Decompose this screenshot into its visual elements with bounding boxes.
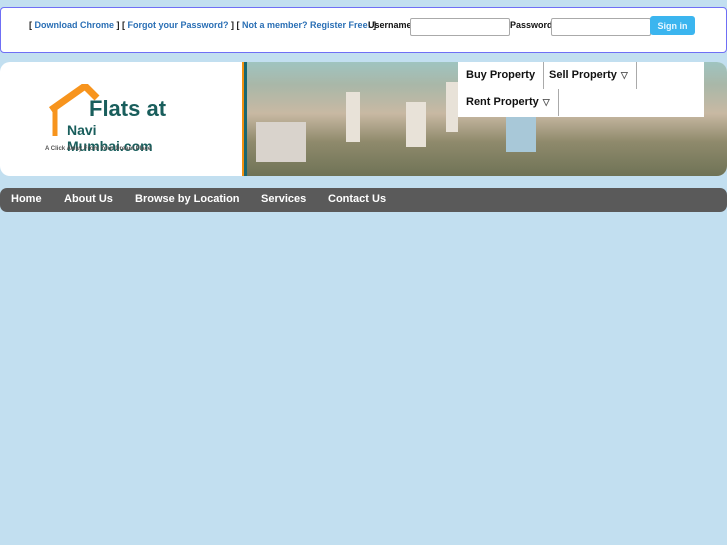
menu-buy-property[interactable]: Buy Property xyxy=(458,62,545,89)
login-bar: [ Download Chrome ] [ Forgot your Passwo… xyxy=(0,7,727,53)
nav-home[interactable]: Home xyxy=(11,188,42,211)
nav-about-us[interactable]: About Us xyxy=(64,188,113,211)
menu-rent-property[interactable]: Rent Property ▽ xyxy=(458,89,559,116)
logo-line1: Flats at xyxy=(89,96,167,121)
logo-tagline: A Click Away From Your Dream Place xyxy=(45,146,152,152)
download-chrome-link[interactable]: Download Chrome xyxy=(35,20,115,30)
chevron-down-icon: ▽ xyxy=(620,70,628,80)
menu-sell-property[interactable]: Sell Property ▽ xyxy=(541,62,637,89)
forgot-password-link[interactable]: Forgot your Password? xyxy=(128,20,229,30)
chevron-down-icon: ▽ xyxy=(542,97,550,107)
nav-contact-us[interactable]: Contact Us xyxy=(328,188,386,211)
top-links: [ Download Chrome ] [ Forgot your Passwo… xyxy=(29,20,377,30)
register-link[interactable]: Not a member? Register Free! xyxy=(242,20,371,30)
nav-browse-by-location[interactable]: Browse by Location xyxy=(135,188,240,211)
header-banner: Flats at Navi Mumbai.com A Click Away Fr… xyxy=(0,62,727,176)
rent-property-label: Rent Property xyxy=(466,96,539,108)
sign-in-button[interactable]: Sign in xyxy=(650,16,695,35)
password-label: Password xyxy=(510,20,553,30)
site-logo[interactable]: Flats at Navi Mumbai.com A Click Away Fr… xyxy=(45,84,185,159)
property-menu: Buy Property Sell Property ▽ Rent Propert… xyxy=(458,62,704,117)
username-input[interactable] xyxy=(410,18,510,36)
main-nav: Home About Us Browse by Location Service… xyxy=(0,188,727,212)
buy-property-label: Buy Property xyxy=(466,69,536,81)
password-input[interactable] xyxy=(551,18,651,36)
username-label: Username xyxy=(368,20,412,30)
nav-services[interactable]: Services xyxy=(261,188,306,211)
sell-property-label: Sell Property xyxy=(549,69,617,81)
